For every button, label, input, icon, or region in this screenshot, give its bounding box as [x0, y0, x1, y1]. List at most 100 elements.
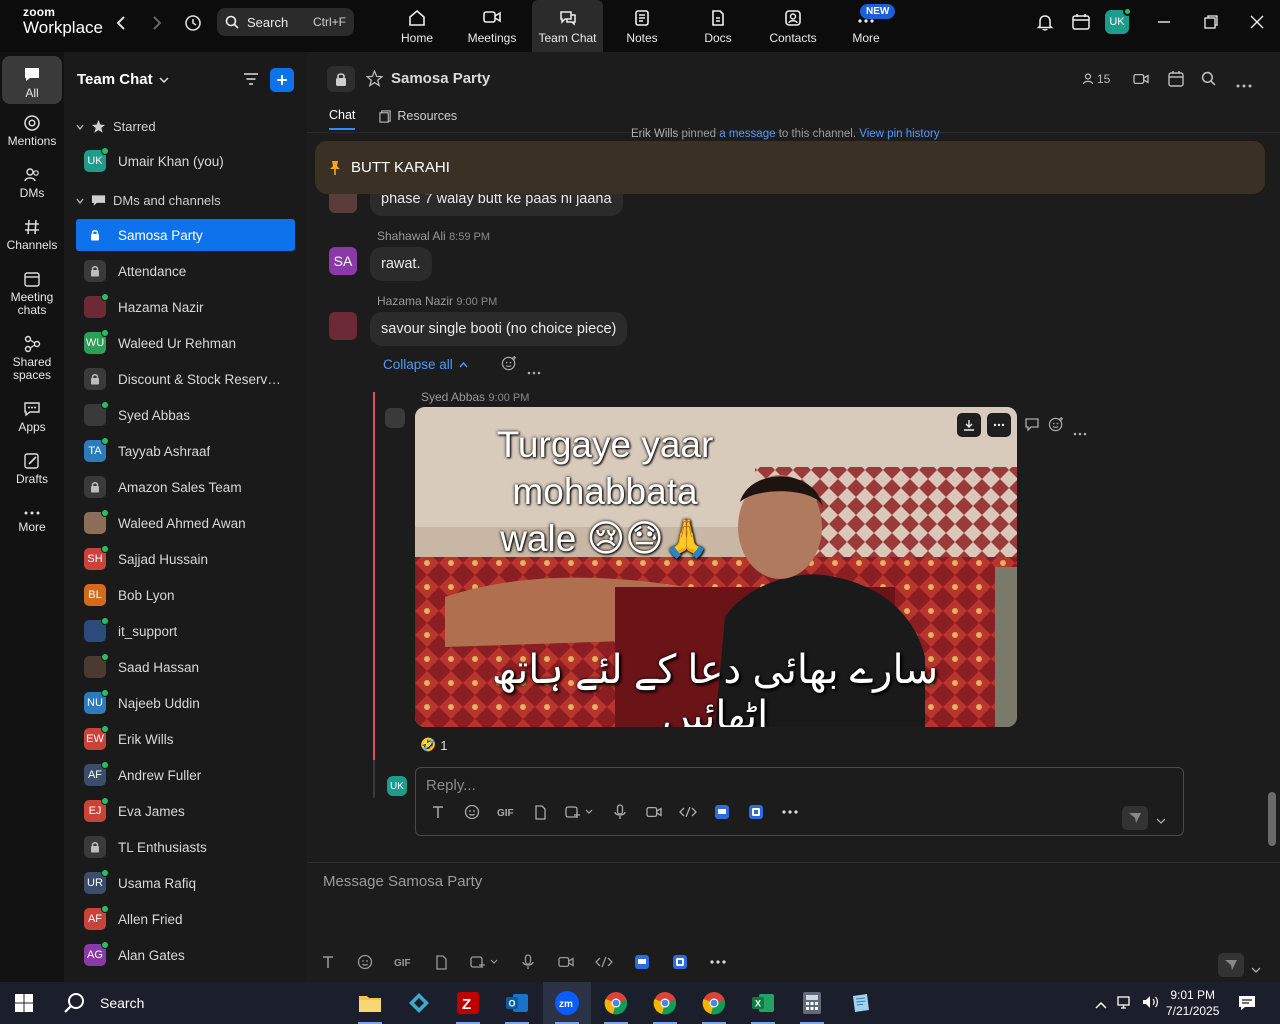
emoji-icon[interactable]: [345, 954, 385, 970]
rail-shared-spaces[interactable]: Shared spaces: [2, 335, 62, 382]
tab-docs[interactable]: Docs: [698, 0, 738, 52]
sidebar-item[interactable]: Saad Hassan: [76, 651, 295, 683]
show-hidden-icons-chevron[interactable]: [1095, 996, 1107, 1014]
scrollbar-thumb[interactable]: [1268, 792, 1276, 846]
emoji-icon[interactable]: [455, 804, 489, 820]
download-icon[interactable]: [957, 413, 981, 437]
send-button[interactable]: [1218, 953, 1244, 977]
avatar[interactable]: SA: [329, 247, 357, 275]
sidebar-item-self[interactable]: UK Umair Khan (you): [76, 145, 295, 177]
file-icon[interactable]: [523, 804, 557, 820]
send-button[interactable]: [1122, 806, 1148, 830]
rail-apps[interactable]: Apps: [2, 400, 62, 434]
notification-center-icon[interactable]: [1238, 994, 1256, 1017]
channel-title[interactable]: Samosa Party: [391, 70, 490, 87]
reply-box[interactable]: Reply... GIF: [415, 767, 1184, 836]
whiteboard-app-icon[interactable]: [623, 954, 661, 970]
minimize-icon[interactable]: [1156, 14, 1172, 35]
back-arrow-icon[interactable]: [110, 12, 132, 34]
message-author[interactable]: Hazama Nazir: [377, 294, 453, 308]
message-bubble[interactable]: savour single booti (no choice piece): [370, 312, 628, 346]
restore-window-icon[interactable]: [1203, 14, 1219, 35]
user-avatar[interactable]: UK: [1105, 7, 1132, 34]
forward-arrow-icon[interactable]: [146, 12, 168, 34]
filezilla-icon[interactable]: Z: [444, 982, 492, 1024]
sidebar-item[interactable]: AF Andrew Fuller: [76, 759, 295, 791]
dms-section[interactable]: DMs and channels: [76, 193, 221, 208]
avatar[interactable]: [329, 312, 357, 340]
calculator-icon[interactable]: [788, 982, 836, 1024]
rail-dms[interactable]: DMs: [2, 166, 62, 200]
network-icon[interactable]: [1117, 994, 1135, 1015]
more-options-icon[interactable]: [1236, 76, 1252, 94]
zoom-app-icon[interactable]: zm: [543, 982, 591, 1024]
global-search[interactable]: Search Ctrl+F: [217, 8, 354, 36]
text-format-icon[interactable]: [311, 955, 345, 969]
more-tools-icon[interactable]: [699, 960, 737, 964]
chrome-icon[interactable]: [592, 982, 640, 1024]
clips-app-icon[interactable]: [661, 954, 699, 970]
calendar-icon[interactable]: [1167, 70, 1185, 93]
whiteboard-app-icon[interactable]: [705, 804, 739, 820]
outlook-icon[interactable]: O: [493, 982, 541, 1024]
members-button[interactable]: 15: [1082, 72, 1110, 86]
video-message-icon[interactable]: [637, 805, 671, 819]
add-reaction-icon[interactable]: [1048, 416, 1065, 438]
volume-icon[interactable]: [1142, 994, 1160, 1015]
excel-icon[interactable]: X: [739, 982, 787, 1024]
taskbar-search[interactable]: Search: [58, 982, 144, 1024]
sidebar-item[interactable]: BL Bob Lyon: [76, 579, 295, 611]
tab-team-chat[interactable]: Team Chat: [532, 0, 603, 52]
screenshot-icon[interactable]: [557, 805, 603, 819]
rail-all[interactable]: All: [2, 56, 62, 104]
sidebar-item[interactable]: Syed Abbas: [76, 399, 295, 431]
microphone-icon[interactable]: [509, 954, 547, 970]
message-bubble[interactable]: rawat.: [370, 247, 432, 281]
rail-more[interactable]: More: [2, 508, 62, 534]
screenshot-icon[interactable]: [461, 955, 509, 969]
add-reaction-icon[interactable]: [501, 355, 518, 377]
microphone-icon[interactable]: [603, 804, 637, 820]
text-format-icon[interactable]: [421, 805, 455, 819]
system-clock[interactable]: 9:01 PM 7/21/2025: [1166, 987, 1219, 1019]
chrome-profile-icon[interactable]: [641, 982, 689, 1024]
clips-app-icon[interactable]: [739, 804, 773, 820]
reaction-chip[interactable]: 🤣 1: [420, 737, 447, 753]
video-call-icon[interactable]: [1132, 72, 1150, 91]
notifications-bell-icon[interactable]: [1035, 12, 1055, 37]
tab-meetings[interactable]: Meetings: [464, 0, 520, 52]
reply-input[interactable]: Reply...: [426, 777, 476, 794]
star-outline-icon[interactable]: [365, 69, 384, 92]
tab-resources[interactable]: Resources: [379, 108, 457, 130]
pinned-message-banner[interactable]: BUTT KARAHI: [315, 141, 1265, 194]
rail-drafts[interactable]: Drafts: [2, 452, 62, 486]
more-tools-icon[interactable]: [773, 810, 807, 814]
tab-home[interactable]: Home: [392, 0, 442, 52]
search-icon[interactable]: [1201, 71, 1216, 91]
code-icon[interactable]: [671, 806, 705, 818]
rail-mentions[interactable]: Mentions: [2, 114, 62, 148]
message-input[interactable]: Message Samosa Party: [323, 873, 482, 890]
app-diamond-icon[interactable]: [395, 982, 443, 1024]
sidebar-item[interactable]: WU Waleed Ur Rehman: [76, 327, 295, 359]
starred-section[interactable]: Starred: [76, 119, 156, 134]
new-chat-button[interactable]: [270, 68, 294, 92]
more-options-icon[interactable]: [527, 362, 541, 380]
sidebar-item[interactable]: Hazama Nazir: [76, 291, 295, 323]
sidebar-item[interactable]: EW Erik Wills: [76, 723, 295, 755]
avatar[interactable]: [385, 408, 405, 428]
gif-icon[interactable]: GIF: [385, 956, 421, 968]
sidebar-item[interactable]: NU Najeeb Uddin: [76, 687, 295, 719]
sidebar-title[interactable]: Team Chat: [77, 71, 169, 88]
reply-author[interactable]: Syed Abbas: [421, 390, 485, 404]
rail-channels[interactable]: Channels: [2, 218, 62, 252]
sidebar-item[interactable]: AG Alan Gates: [76, 939, 295, 971]
image-more-icon[interactable]: [987, 413, 1011, 437]
close-window-icon[interactable]: [1249, 14, 1265, 35]
more-options-icon[interactable]: [1073, 423, 1087, 441]
reply-icon[interactable]: [1024, 417, 1040, 437]
sidebar-item[interactable]: Attendance: [76, 255, 295, 287]
message-author[interactable]: Shahawal Ali: [377, 229, 446, 243]
history-icon[interactable]: [182, 12, 204, 34]
send-options-chevron-icon[interactable]: [1251, 960, 1261, 978]
